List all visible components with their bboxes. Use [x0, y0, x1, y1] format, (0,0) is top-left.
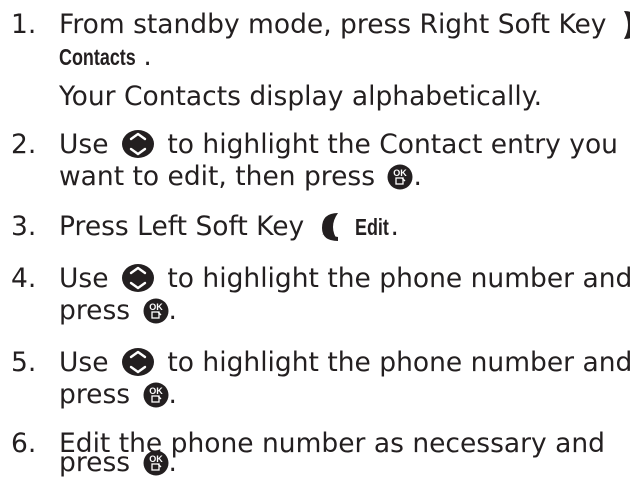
ok-key-icon: OK [387, 164, 413, 190]
step-text: to highlight the phone number and [167, 347, 630, 378]
punctuation: . [168, 447, 177, 478]
ok-key-label: OK [394, 168, 408, 178]
navigation-key-icon [121, 129, 155, 159]
step-text: Your Contacts display alphabetically. [59, 81, 543, 112]
ok-key-label: OK [149, 454, 163, 464]
step-line: Use to highlight the phone number and [59, 346, 630, 380]
left-soft-key-icon [319, 212, 341, 242]
punctuation: . [413, 161, 422, 192]
punctuation: . [168, 379, 177, 410]
step-text: Use [59, 347, 109, 378]
step-line: Press Left Soft Key Edit. [59, 210, 399, 244]
punctuation: . [390, 211, 399, 242]
step-number: 6. [11, 428, 37, 459]
contacts-softkey-label: Contacts [59, 44, 136, 70]
ok-key-label: OK [149, 386, 163, 396]
step-text: press [59, 295, 131, 326]
step-text: From standby mode, press Right Soft Key [59, 9, 607, 40]
step-number: 4. [11, 263, 37, 294]
step-text: to highlight the Contact entry you [167, 129, 618, 160]
ok-key-icon: OK [143, 298, 169, 324]
ok-key-label: OK [149, 302, 163, 312]
step-text: Use [59, 129, 109, 160]
right-soft-key-icon [621, 10, 630, 40]
punctuation: . [143, 41, 152, 72]
step-text: Press Left Soft Key [59, 211, 305, 242]
step-line: Your Contacts display alphabetically. [59, 80, 542, 114]
step-number: 3. [11, 211, 37, 242]
step-line: press OK . [59, 446, 177, 480]
navigation-key-icon [121, 347, 155, 377]
step-number: 1. [11, 9, 37, 40]
step-line: Contacts. [59, 40, 152, 74]
step-text: want to edit, then press [59, 161, 376, 192]
step-number: 2. [11, 129, 37, 160]
step-line: Use to highlight the phone number and [59, 262, 630, 296]
step-line: From standby mode, press Right Soft Key [59, 8, 630, 42]
step-text: press [59, 447, 131, 478]
ok-key-icon: OK [143, 450, 169, 476]
edit-softkey-label: Edit [355, 214, 389, 240]
step-line: press OK . [59, 294, 177, 328]
step-text: Use [59, 263, 109, 294]
ok-key-icon: OK [143, 382, 169, 408]
step-line: press OK . [59, 378, 177, 412]
step-text: to highlight the phone number and [167, 263, 630, 294]
step-line: want to edit, then press OK . [59, 160, 422, 194]
step-line: Use to highlight the Contact entry you [59, 128, 618, 162]
punctuation: . [168, 295, 177, 326]
step-number: 5. [11, 347, 37, 378]
navigation-key-icon [121, 263, 155, 293]
step-text: press [59, 379, 131, 410]
